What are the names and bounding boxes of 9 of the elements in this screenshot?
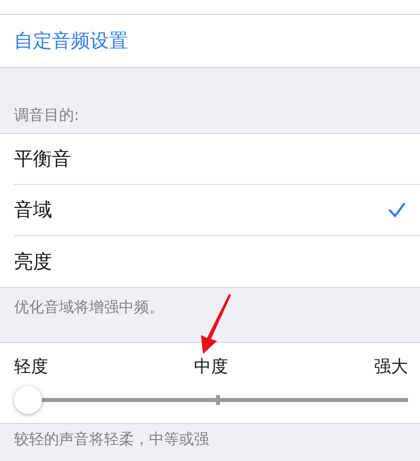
- level-label: 强大: [374, 356, 408, 378]
- level-label: 中度: [194, 356, 228, 378]
- slider-thumb[interactable]: [14, 386, 42, 414]
- section-footer: 较轻的声音将轻柔，中等或强: [0, 424, 420, 449]
- custom-audio-link[interactable]: 自定音频设置: [0, 15, 420, 68]
- section-header: 调音目的:: [13, 106, 80, 126]
- level-label: 轻度: [14, 356, 48, 378]
- section-footer: 优化音域将增强中频。: [0, 288, 420, 322]
- tick-mark: [216, 395, 220, 405]
